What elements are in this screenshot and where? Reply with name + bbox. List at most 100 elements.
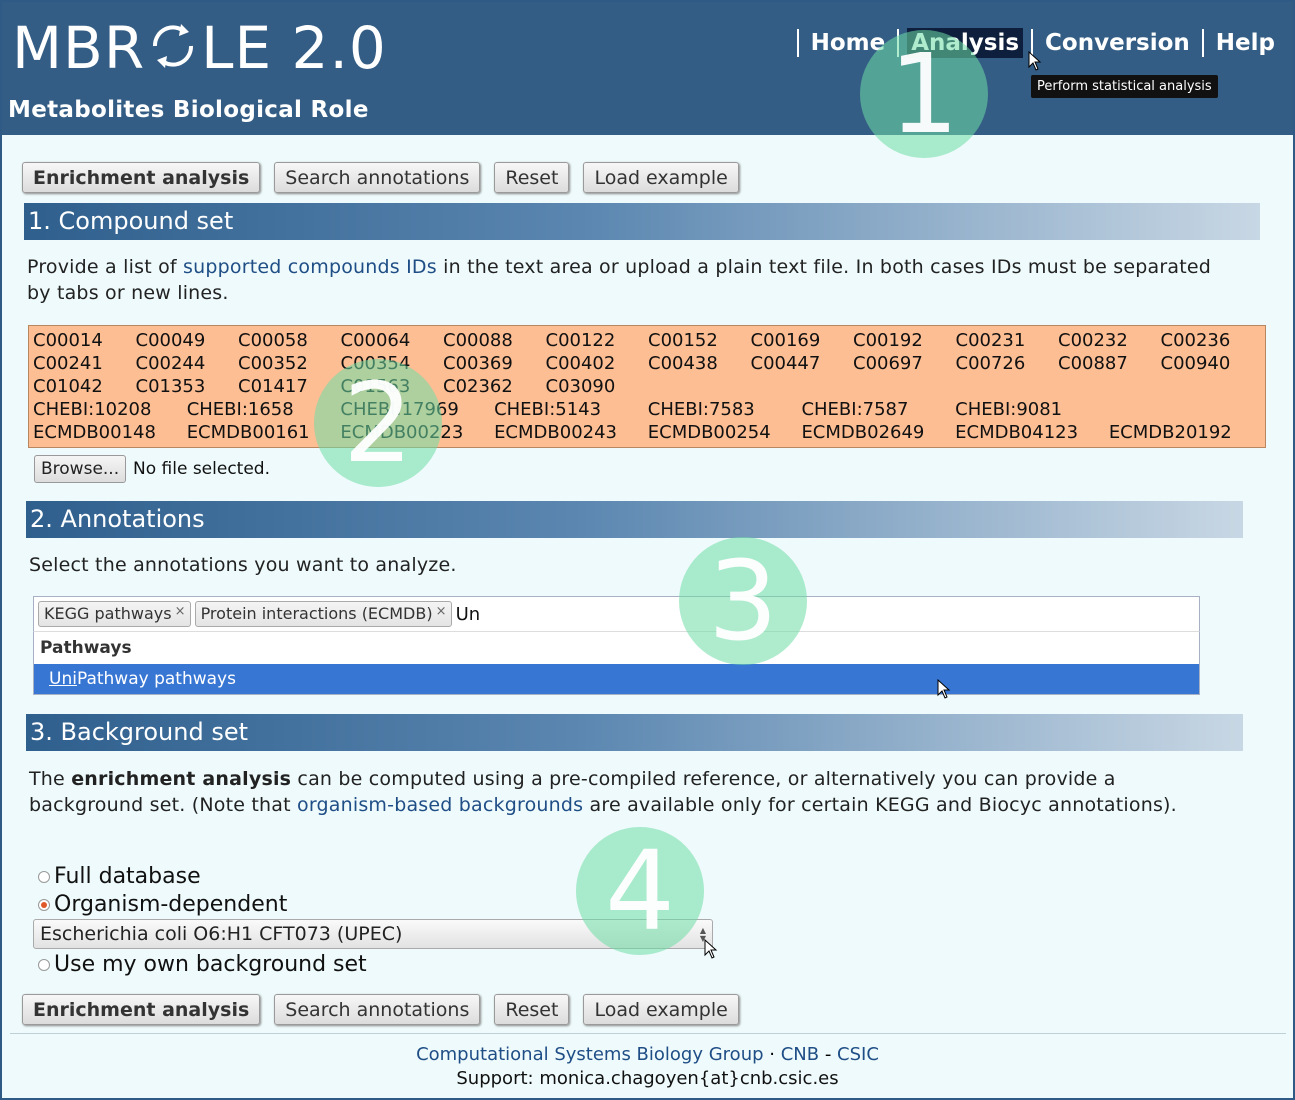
section-background-header: 3. Background set [26,714,1243,751]
tooltip: Perform statistical analysis [1031,75,1218,98]
mouse-cursor-icon [1028,51,1042,71]
compound-id: CHEBI:5143 [494,399,602,420]
footer-links: Computational Systems Biology Group · CN… [2,1044,1293,1065]
radio-button[interactable] [38,898,50,911]
remove-tag-icon[interactable]: × [436,602,447,622]
compound-ids-textarea[interactable]: C00014 C00049 C00058 C00064 C00088 C00122 C001… [28,325,1266,448]
selected-annotation-tag: KEGG pathways × [38,601,191,627]
compound-id: ECMDB00148 [33,422,156,443]
id-line: C00014 C00049 C00058 C00064 C00088 C00122 C001… [33,329,1261,352]
desc-text: The [29,768,72,790]
nav-separator [796,29,799,57]
csic-link[interactable]: CSIC [837,1044,879,1065]
compound-id: ECMDB02649 [801,422,925,443]
dropdown-option-unipathway[interactable]: UniPathway pathways [34,664,1199,694]
background-description: The enrichment analysis can be computed … [29,766,1209,818]
reset-button[interactable]: Reset [494,162,570,193]
load-example-button[interactable]: Load example [583,994,739,1025]
match-highlight: Uni [49,669,77,689]
compound-id: C03090 [545,376,616,397]
desc-text: are available only for certain KEGG and … [583,794,1177,816]
recycle-icon [153,24,194,68]
organism-selected-value: Escherichia coli O6:H1 CFT073 (UPEC) [40,923,403,945]
compound-id: CHEBI:7583 [647,399,755,420]
compound-id: C00402 [545,353,616,374]
compound-id: CHEBI:9081 [955,399,1063,420]
page: MBR LE 2.0 Metabolites Biological Role H… [2,2,1293,1098]
enrichment-analysis-button[interactable]: Enrichment analysis [22,162,261,193]
compound-id: C00236 [1160,330,1231,351]
section-compound-set-header: 1. Compound set [24,203,1260,240]
footer-sep: · [763,1044,781,1065]
search-annotations-button[interactable]: Search annotations [274,162,481,193]
compound-id: C00169 [750,330,821,351]
compound-id: ECMDB04123 [955,422,1079,443]
compound-id: C00058 [238,330,308,351]
support-contact: Support: monica.chagoyen{at}cnb.csic.es [456,1068,839,1089]
nav-separator [1201,29,1204,57]
compound-id: C00192 [853,330,923,351]
radio-label: Organism-dependent [54,892,288,917]
compound-id: C00088 [443,330,513,351]
radio-organism-dependent[interactable]: Organism-dependent [38,892,287,917]
csbg-link[interactable]: Computational Systems Biology Group [416,1044,763,1065]
compound-id: CHEBI:10208 [33,399,152,420]
desc-text: Provide a list of [27,256,184,278]
header: MBR LE 2.0 Metabolites Biological Role H… [2,2,1293,135]
nav-conversion[interactable]: Conversion [1041,28,1194,58]
id-line: CHEBI:10208CHEBI:1658CHEBI:17969CHEBI:51… [33,398,1261,421]
annotations-multiselect[interactable]: KEGG pathways × Protein interactions (EC… [33,596,1200,632]
radio-own-background[interactable]: Use my own background set [38,952,367,977]
compound-id: C00049 [135,330,206,351]
compound-id: C00014 [33,330,103,351]
logo-suffix: LE 2.0 [201,14,387,82]
annotation-search-input[interactable] [455,603,576,625]
compound-id: C01042 [33,376,103,397]
cnb-link[interactable]: CNB [781,1044,819,1065]
radio-button[interactable] [38,958,50,971]
step-3-marker: 3 [679,537,807,665]
footer-sep: - [819,1044,838,1065]
nav-help[interactable]: Help [1212,28,1279,58]
reset-button[interactable]: Reset [494,994,570,1025]
footer-divider [10,1033,1286,1034]
annotations-description: Select the annotations you want to analy… [29,554,457,576]
dropdown-group-label: Pathways [40,638,132,658]
compound-id: C00241 [33,353,103,374]
logo-prefix: MBR [12,14,146,82]
id-line: C01042C01353C01417C01563C02362C03090 [33,375,1261,398]
step-4-marker: 4 [576,827,704,955]
mouse-cursor-icon [937,679,951,699]
action-buttons-bottom: Enrichment analysis Search annotations R… [22,994,739,1025]
compound-id: C00064 [340,330,411,351]
compound-id: ECMDB20192 [1108,422,1232,443]
compound-id: C01353 [135,376,206,397]
load-example-button[interactable]: Load example [583,162,739,193]
step-2-marker: 2 [314,359,442,487]
logo[interactable]: MBR LE 2.0 [12,16,387,80]
supported-ids-link[interactable]: supported compounds IDs [183,256,437,278]
desc-bold: enrichment analysis [71,768,292,790]
compound-id: C00232 [1058,330,1128,351]
compound-id: C00231 [955,330,1026,351]
compound-id: C02362 [443,376,513,397]
compound-id: C00447 [750,353,821,374]
compound-id: ECMDB00243 [494,422,618,443]
compound-id: C00152 [648,330,718,351]
step-1-marker: 1 [860,30,988,158]
option-label: Pathway pathways [76,669,236,689]
compound-id: C00122 [545,330,616,351]
radio-button[interactable] [38,870,50,883]
enrichment-analysis-button[interactable]: Enrichment analysis [22,994,261,1025]
tag-label: KEGG pathways [44,604,172,623]
browse-file-button[interactable]: Browse... [34,455,127,483]
radio-label: Use my own background set [54,952,367,977]
compound-id: C00940 [1160,353,1231,374]
file-status: No file selected. [133,459,270,479]
organism-backgrounds-link[interactable]: organism-based backgrounds [297,794,583,816]
annotation-dropdown: Pathways UniPathway pathways [33,631,1200,695]
remove-tag-icon[interactable]: × [175,602,186,622]
radio-full-database[interactable]: Full database [38,864,201,889]
tag-label: Protein interactions (ECMDB) [200,604,433,623]
search-annotations-button[interactable]: Search annotations [274,994,481,1025]
